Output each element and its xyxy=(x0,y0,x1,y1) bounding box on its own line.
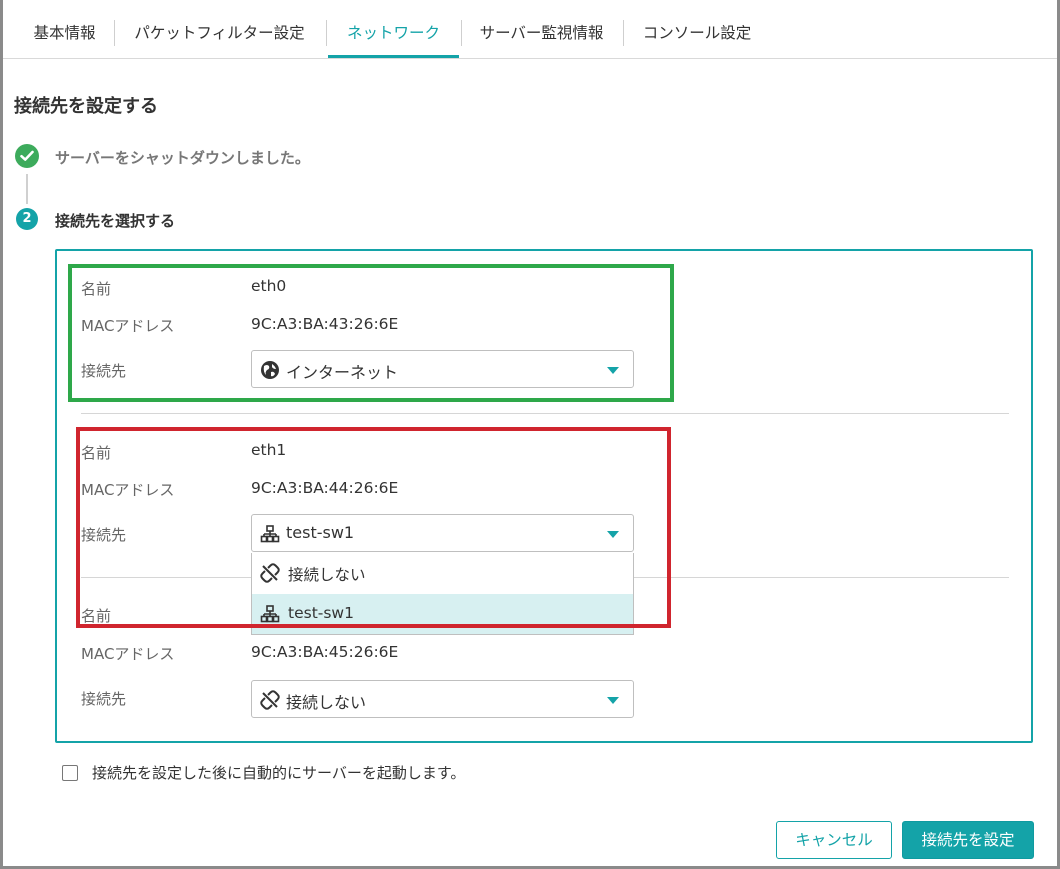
cancel-button[interactable]: キャンセル xyxy=(776,821,892,859)
destination-label: 接続先 xyxy=(81,526,127,544)
disconnect-icon xyxy=(260,563,280,583)
tab-separator xyxy=(461,20,462,46)
name-label: 名前 xyxy=(81,607,112,625)
dropdown-option-label: test-sw1 xyxy=(288,604,354,622)
chevron-down-icon xyxy=(607,697,619,704)
auto-start-checkbox[interactable] xyxy=(62,765,78,781)
step-current-text: 接続先を選択する xyxy=(55,212,176,230)
destination-label: 接続先 xyxy=(81,362,127,380)
set-destination-button[interactable]: 接続先を設定 xyxy=(902,821,1034,859)
destination-select-eth0[interactable]: インターネット xyxy=(251,350,634,388)
step-done-text: サーバーをシャットダウンしました。 xyxy=(55,149,310,167)
mac-address: 9C:A3:BA:45:26:6E xyxy=(251,643,399,661)
chevron-down-icon xyxy=(607,367,619,374)
name-label: 名前 xyxy=(81,280,112,298)
destination-select-eth1[interactable]: test-sw1 xyxy=(251,514,634,552)
tab-separator xyxy=(326,20,327,46)
tab-packet-filter[interactable]: パケットフィルター設定 xyxy=(118,0,321,57)
tab-basic-info[interactable]: 基本情報 xyxy=(18,0,111,57)
mac-address: 9C:A3:BA:43:26:6E xyxy=(251,315,399,333)
chevron-down-icon xyxy=(607,531,619,538)
dropdown-option-label: 接続しない xyxy=(288,566,366,584)
destination-select-eth2[interactable]: 接続しない xyxy=(251,680,634,718)
auto-start-label[interactable]: 接続先を設定した後に自動的にサーバーを起動します。 xyxy=(92,762,465,783)
mac-label: MACアドレス xyxy=(81,317,175,335)
tab-separator xyxy=(114,20,115,46)
switch-icon xyxy=(260,605,280,623)
dropdown-option-disconnect[interactable]: 接続しない xyxy=(252,553,633,593)
tab-bar: 基本情報 パケットフィルター設定 ネットワーク サーバー監視情報 コンソール設定 xyxy=(0,0,1060,59)
tab-separator xyxy=(623,20,624,46)
interface-name: eth0 xyxy=(251,277,287,295)
interface-panel xyxy=(55,249,1033,743)
disconnect-icon xyxy=(260,690,280,710)
divider xyxy=(81,413,1009,414)
tab-console-settings[interactable]: コンソール設定 xyxy=(628,0,766,57)
select-value: 接続しない xyxy=(286,693,367,712)
interface-name: eth1 xyxy=(251,441,287,459)
switch-icon xyxy=(260,525,280,543)
step-connector xyxy=(26,174,28,204)
destination-label: 接続先 xyxy=(81,690,127,708)
destination-dropdown-menu: 接続しない test-sw1 xyxy=(251,553,634,635)
select-value: インターネット xyxy=(286,363,399,382)
mac-label: MACアドレス xyxy=(81,481,175,499)
page-title: 接続先を設定する xyxy=(14,96,158,117)
name-label: 名前 xyxy=(81,444,112,462)
mac-label: MACアドレス xyxy=(81,645,175,663)
check-circle-icon xyxy=(15,144,39,168)
globe-icon xyxy=(261,361,279,379)
tab-server-monitoring[interactable]: サーバー監視情報 xyxy=(464,0,619,57)
tab-network[interactable]: ネットワーク xyxy=(328,0,459,58)
step-number-badge: 2 xyxy=(16,208,38,230)
mac-address: 9C:A3:BA:44:26:6E xyxy=(251,479,399,497)
select-value: test-sw1 xyxy=(286,523,355,542)
dropdown-option-test-sw1[interactable]: test-sw1 xyxy=(252,594,633,634)
